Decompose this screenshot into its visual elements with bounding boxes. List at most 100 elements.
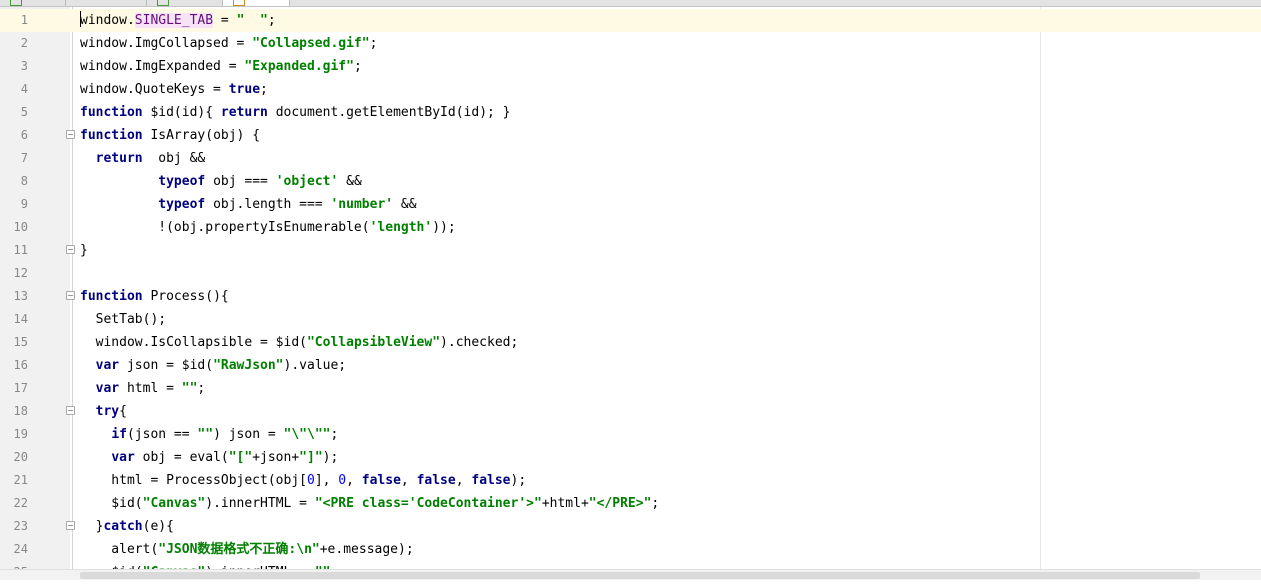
line-number: 15 [13, 335, 28, 349]
code-token: ], [314, 473, 339, 488]
code-line[interactable]: 21 html = ProcessObject(obj[0], 0, false… [0, 469, 1261, 492]
editor-tab[interactable] [147, 0, 223, 6]
code-line[interactable]: 4 window.QuoteKeys = true; [0, 78, 1261, 101]
code-token: catch [103, 519, 143, 534]
code-token: +html+ [541, 496, 589, 511]
code-line[interactable]: 14 SetTab(); [0, 308, 1261, 331]
code-token: var [95, 381, 120, 396]
code-token: { [119, 404, 127, 419]
code-line[interactable]: 20 var obj = eval("["+json+"]"); [0, 446, 1261, 469]
code-line[interactable]: 22 $id("Canvas").innerHTML = "<PRE class… [0, 492, 1261, 515]
code-line[interactable]: 6 function IsArray(obj) { [0, 124, 1261, 147]
code-token: json = $id( [119, 358, 214, 373]
line-number: 3 [20, 59, 28, 73]
code-token: "[" [228, 450, 253, 465]
code-line[interactable]: 3 window.ImgExpanded = "Expanded.gif"; [0, 55, 1261, 78]
code-text: typeof obj.length === 'number' && [80, 193, 416, 216]
code-text: }catch(e){ [80, 515, 174, 538]
fold-toggle-icon[interactable] [66, 130, 75, 139]
code-token: html = [119, 381, 182, 396]
editor-tab-active[interactable] [223, 0, 290, 6]
code-line[interactable]: 24 alert("JSON数据格式不正确:\n"+e.message); [0, 538, 1261, 561]
code-line[interactable]: 5 function $id(id){ return document.getEl… [0, 101, 1261, 124]
code-token: window.IsCollapsible = $id( [80, 335, 307, 350]
fold-toggle-icon[interactable] [66, 406, 75, 415]
code-token: window.ImgExpanded = [80, 59, 245, 74]
code-line[interactable]: 15 window.IsCollapsible = $id("Collapsib… [0, 331, 1261, 354]
code-token: +e.message); [319, 542, 414, 557]
file-icon [157, 0, 169, 6]
code-text: } [80, 239, 88, 262]
code-token: "" [197, 427, 214, 442]
code-text: $id("Canvas").innerHTML = "<PRE class='C… [80, 492, 659, 515]
code-line[interactable]: 9 typeof obj.length === 'number' && [0, 193, 1261, 216]
code-token: obj.length === [205, 197, 331, 212]
code-line[interactable]: 23 }catch(e){ [0, 515, 1261, 538]
line-number: 18 [13, 404, 28, 418]
code-line[interactable]: 10 !(obj.propertyIsEnumerable('length'))… [0, 216, 1261, 239]
line-number: 2 [20, 36, 28, 50]
code-token: "CollapsibleView" [306, 335, 441, 350]
fold-toggle-icon[interactable] [66, 291, 75, 300]
code-token: , [346, 473, 362, 488]
code-line[interactable]: 13 function Process(){ [0, 285, 1261, 308]
code-token: (json == [126, 427, 198, 442]
code-token: "JSON数据格式不正确:\n" [158, 542, 320, 557]
line-number: 10 [13, 220, 28, 234]
code-line[interactable]: 12 [0, 262, 1261, 285]
code-line[interactable]: 8 typeof obj === 'object' && [0, 170, 1261, 193]
editor-tab[interactable] [0, 0, 66, 6]
code-line[interactable]: 18 try{ [0, 400, 1261, 423]
line-number: 14 [13, 312, 28, 326]
code-text: window.SINGLE_TAB = " "; [80, 9, 276, 32]
code-token: typeof [158, 174, 206, 189]
code-token: "RawJson" [213, 358, 284, 373]
line-number: 12 [13, 266, 28, 280]
code-token: ; [197, 381, 206, 396]
code-line[interactable]: 7 return obj && [0, 147, 1261, 170]
code-token: ) json = [213, 427, 284, 442]
code-token: return [95, 151, 143, 166]
horizontal-scrollbar[interactable] [0, 569, 1261, 580]
code-line[interactable]: 1 window.SINGLE_TAB = " "; [0, 9, 1261, 32]
code-token: ).value; [283, 358, 347, 373]
code-token: if [111, 427, 127, 442]
fold-toggle-icon[interactable] [66, 245, 75, 254]
code-line[interactable]: 2 window.ImgCollapsed = "Collapsed.gif"; [0, 32, 1261, 55]
code-line[interactable]: 17 var html = ""; [0, 377, 1261, 400]
code-token: ; [330, 427, 339, 442]
code-token: "" [181, 381, 198, 396]
code-token: false [471, 473, 511, 488]
code-text: SetTab(); [80, 308, 166, 331]
code-token: try [95, 404, 120, 419]
line-number: 7 [20, 151, 28, 165]
code-token: "\"\"" [283, 427, 331, 442]
code-token: var [111, 450, 135, 465]
code-token: typeof [158, 197, 206, 212]
line-number: 4 [20, 82, 28, 96]
code-token: "]" [299, 450, 323, 465]
code-token: 'number' [330, 197, 394, 212]
code-line[interactable]: 19 if(json == "") json = "\"\""; [0, 423, 1261, 446]
code-line[interactable]: 16 var json = $id("RawJson").value; [0, 354, 1261, 377]
code-token: "Expanded.gif" [244, 59, 354, 74]
code-token: +json+ [252, 450, 300, 465]
editor-tab[interactable] [66, 0, 147, 6]
scrollbar-thumb[interactable] [80, 572, 1200, 579]
code-token: ; [353, 59, 362, 74]
code-token: window.ImgCollapsed = [80, 36, 253, 51]
code-token: function [80, 289, 143, 304]
code-token: } [80, 519, 104, 534]
code-token: SINGLE_TAB [134, 13, 214, 28]
code-token: && [338, 174, 362, 189]
code-token: alert( [80, 542, 159, 557]
code-line[interactable]: 11} [0, 239, 1261, 262]
code-text: var html = ""; [80, 377, 206, 400]
fold-toggle-icon[interactable] [66, 521, 75, 530]
code-text: alert("JSON数据格式不正确:\n"+e.message); [80, 538, 414, 561]
code-token: document.getElementById(id); } [267, 105, 511, 120]
line-number: 24 [13, 542, 28, 556]
line-number: 22 [13, 496, 28, 510]
